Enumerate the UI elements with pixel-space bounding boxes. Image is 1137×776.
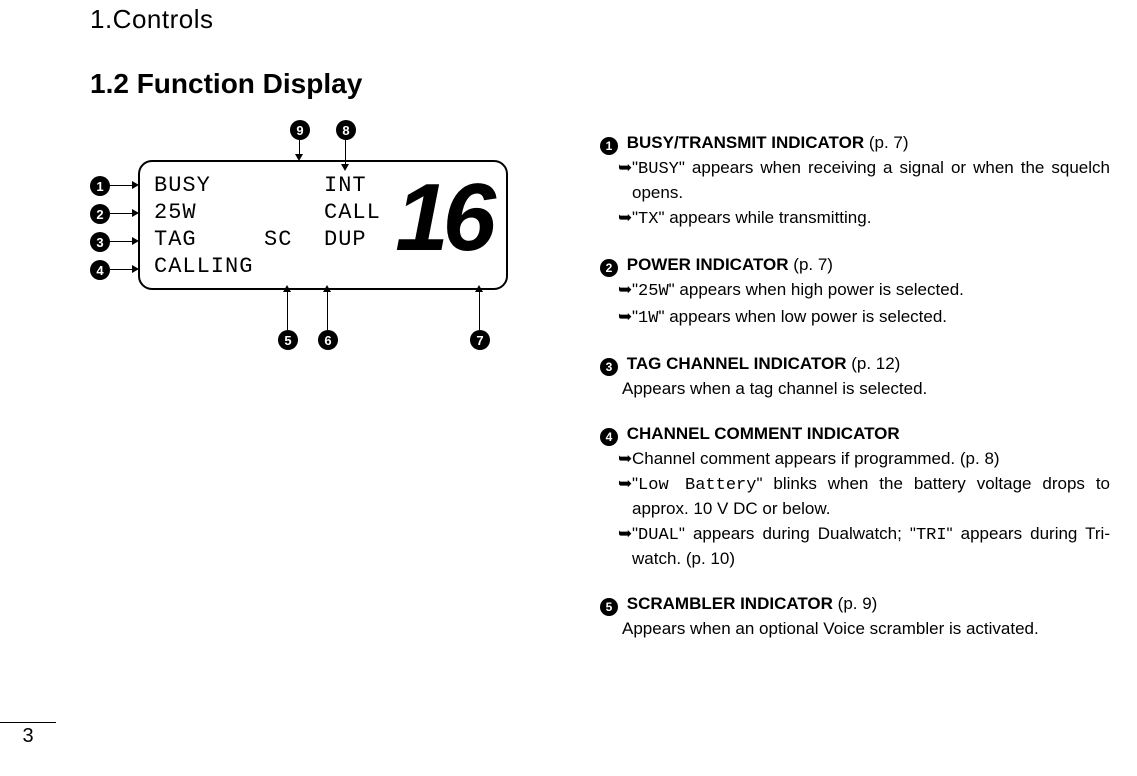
- item-power: 2 POWER INDICATOR (p. 7) ➥"25W" appears …: [600, 254, 1110, 331]
- item-sub: ➥"25W" appears when high power is select…: [600, 279, 1110, 304]
- callout-2: 2: [90, 204, 110, 224]
- leader-line: [287, 292, 288, 330]
- item-number: 4: [600, 428, 618, 446]
- callout-9: 9: [290, 120, 310, 140]
- bullet-arrow-icon: ➥: [618, 306, 632, 329]
- item-tag-channel: 3 TAG CHANNEL INDICATOR (p. 12) Appears …: [600, 353, 1110, 401]
- lcd-channel-number: 16: [395, 170, 490, 266]
- section-title: 1.2 Function Display: [90, 68, 362, 100]
- item-busy-transmit: 1 BUSY/TRANSMIT INDICATOR (p. 7) ➥"BUSY"…: [600, 132, 1110, 232]
- item-ref: (p. 12): [846, 354, 900, 373]
- item-sub: ➥Channel comment appears if programmed. …: [600, 448, 1110, 471]
- callout-4: 4: [90, 260, 110, 280]
- lcd-int: INT: [324, 173, 384, 198]
- item-ref: (p. 7): [789, 255, 833, 274]
- item-title: TAG CHANNEL INDICATOR: [627, 354, 847, 373]
- callout-7: 7: [470, 330, 490, 350]
- leader-line: [327, 292, 328, 330]
- leader-line: [479, 292, 480, 330]
- bullet-arrow-icon: ➥: [618, 157, 632, 180]
- leader-line: [110, 241, 132, 242]
- lcd-dup: DUP: [324, 227, 384, 252]
- item-scrambler: 5 SCRAMBLER INDICATOR (p. 9) Appears whe…: [600, 593, 1110, 641]
- item-number: 5: [600, 598, 618, 616]
- lcd-panel: BUSY INT 25W CALL TAGSCDUP CALLING 16: [138, 160, 508, 290]
- callout-8: 8: [336, 120, 356, 140]
- lcd-tag: TAG: [154, 227, 264, 252]
- leader-line: [110, 185, 132, 186]
- item-sub: ➥"1W" appears when low power is selected…: [600, 306, 1110, 331]
- item-sub: ➥"BUSY" appears when receiving a signal …: [600, 157, 1110, 205]
- item-channel-comment: 4 CHANNEL COMMENT INDICATOR ➥Channel com…: [600, 423, 1110, 571]
- leader-line: [110, 269, 132, 270]
- item-ref: (p. 7): [864, 133, 908, 152]
- item-title: POWER INDICATOR: [627, 255, 789, 274]
- item-ref: (p. 9): [833, 594, 877, 613]
- bullet-arrow-icon: ➥: [618, 448, 632, 471]
- lcd-figure: 9 8 1 2 3 4 5 6 7 BUSY INT: [90, 120, 560, 380]
- item-number: 3: [600, 358, 618, 376]
- lcd-sc: SC: [264, 227, 324, 252]
- item-sub: ➥"TX" appears while transmitting.: [600, 207, 1110, 232]
- item-number: 1: [600, 137, 618, 155]
- leader-line: [110, 213, 132, 214]
- item-title: BUSY/TRANSMIT INDICATOR: [627, 133, 864, 152]
- lcd-call: CALL: [324, 200, 384, 225]
- callout-6: 6: [318, 330, 338, 350]
- callout-5: 5: [278, 330, 298, 350]
- item-body: Appears when an optional Voice scrambler…: [600, 618, 1110, 641]
- item-sub: ➥"DUAL" appears during Dualwatch; "TRI" …: [600, 523, 1110, 571]
- item-sub: ➥"Low Battery" blinks when the battery v…: [600, 473, 1110, 521]
- indicator-descriptions: 1 BUSY/TRANSMIT INDICATOR (p. 7) ➥"BUSY"…: [600, 132, 1110, 663]
- item-title: SCRAMBLER INDICATOR: [627, 594, 833, 613]
- bullet-arrow-icon: ➥: [618, 473, 632, 496]
- leader-line: [299, 140, 300, 154]
- lcd-calling: CALLING: [154, 254, 384, 279]
- item-number: 2: [600, 259, 618, 277]
- item-title: CHANNEL COMMENT INDICATOR: [627, 424, 900, 443]
- bullet-arrow-icon: ➥: [618, 279, 632, 302]
- lcd-busy: BUSY: [154, 173, 264, 198]
- bullet-arrow-icon: ➥: [618, 207, 632, 230]
- callout-1: 1: [90, 176, 110, 196]
- bullet-arrow-icon: ➥: [618, 523, 632, 546]
- lcd-25w: 25W: [154, 200, 264, 225]
- page-number: 3: [0, 722, 56, 748]
- item-body: Appears when a tag channel is selected.: [600, 378, 1110, 401]
- chapter-header: 1.Controls: [90, 4, 214, 35]
- callout-3: 3: [90, 232, 110, 252]
